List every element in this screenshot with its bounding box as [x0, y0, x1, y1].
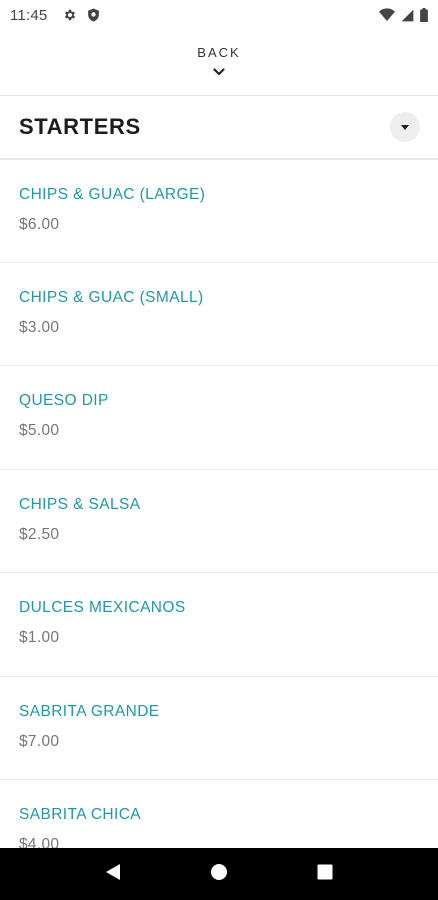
- item-name: SABRITA CHICA: [19, 806, 142, 823]
- section-dropdown-button[interactable]: [390, 112, 420, 142]
- item-name: CHIPS & SALSA: [19, 495, 141, 513]
- item-price: $5.00: [19, 422, 60, 439]
- menu-item[interactable]: SABRITA CHICA $4.00: [0, 779, 438, 848]
- menu-item[interactable]: CHIPS & GUAC (SMALL) $3.00: [0, 261, 438, 366]
- circle-home-icon: [210, 863, 228, 886]
- menu-item[interactable]: SABRITA GRANDE $7.00: [0, 675, 438, 780]
- back-button[interactable]: BACK: [0, 30, 438, 94]
- menu-list[interactable]: CHIPS & GUAC (LARGE) $6.00 CHIPS & GUAC …: [0, 158, 438, 848]
- menu-item[interactable]: DULCES MEXICANOS $1.00: [0, 572, 438, 676]
- cell-signal-icon: [401, 9, 414, 22]
- item-price: $6.00: [19, 216, 60, 233]
- item-price: $1.00: [19, 629, 60, 646]
- shield-icon: [87, 8, 100, 22]
- system-nav-bar: [0, 848, 438, 900]
- battery-icon: [420, 8, 428, 22]
- triangle-back-icon: [105, 863, 121, 886]
- section-header: STARTERS: [0, 95, 438, 159]
- status-bar: 11:45: [0, 0, 438, 30]
- status-left-icons: [63, 8, 100, 22]
- wifi-icon: [379, 8, 395, 22]
- item-price: $3.00: [19, 318, 60, 336]
- caret-down-icon: [401, 118, 409, 136]
- status-time: 11:45: [10, 6, 48, 24]
- item-name: QUESO DIP: [19, 392, 109, 409]
- item-price: $7.00: [19, 732, 60, 750]
- item-name: SABRITA GRANDE: [19, 702, 160, 720]
- square-recents-icon: [317, 864, 333, 885]
- item-name: DULCES MEXICANOS: [19, 599, 186, 616]
- item-name: CHIPS & GUAC (LARGE): [19, 186, 206, 203]
- item-price: $2.50: [19, 525, 60, 543]
- item-price: $4.00: [19, 836, 60, 848]
- nav-home-button[interactable]: [199, 854, 239, 894]
- nav-recents-button[interactable]: [305, 854, 345, 894]
- gear-icon: [63, 8, 77, 22]
- menu-item[interactable]: QUESO DIP $5.00: [0, 365, 438, 469]
- item-name: CHIPS & GUAC (SMALL): [19, 288, 204, 306]
- chevron-down-icon: [213, 63, 225, 81]
- back-label: BACK: [197, 45, 241, 60]
- menu-item[interactable]: CHIPS & GUAC (LARGE) $6.00: [0, 158, 438, 262]
- section-title: STARTERS: [19, 114, 141, 139]
- status-right-icons: [379, 8, 428, 22]
- nav-back-button[interactable]: [93, 854, 133, 894]
- menu-item[interactable]: CHIPS & SALSA $2.50: [0, 468, 438, 573]
